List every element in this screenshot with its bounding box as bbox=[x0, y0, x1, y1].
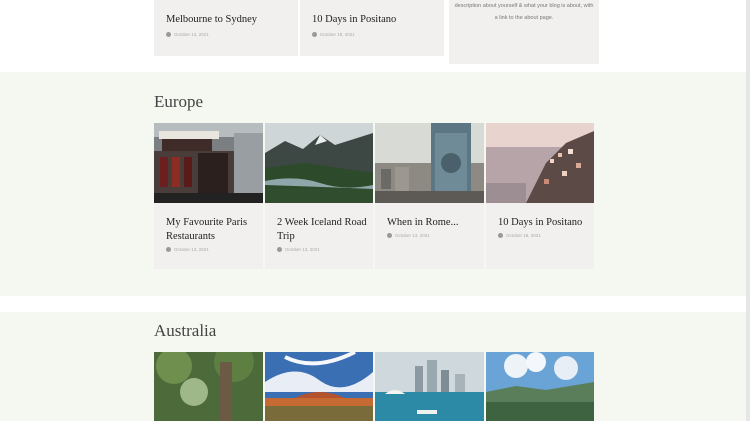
post-date: October 13, 2021 bbox=[166, 32, 209, 37]
post-card-melbourne[interactable]: Melbourne to Sydney October 13, 2021 bbox=[154, 0, 298, 56]
post-date: October 13, 2021 bbox=[277, 247, 320, 252]
post-title[interactable]: 10 Days in Positano bbox=[312, 13, 396, 27]
sydney-harbour-image[interactable] bbox=[375, 352, 484, 421]
post-date: October 18, 2021 bbox=[312, 32, 355, 37]
post-card-positano[interactable]: 10 Days in Positano October 18, 2021 bbox=[486, 123, 594, 269]
about-widget: description about yourself & what your b… bbox=[449, 0, 599, 64]
post-card-positano-top[interactable]: 10 Days in Positano October 18, 2021 bbox=[300, 0, 444, 56]
post-date: October 13, 2021 bbox=[387, 233, 430, 238]
uluru-desert-image[interactable] bbox=[265, 352, 373, 421]
rainforest-tree-image[interactable] bbox=[154, 352, 263, 421]
post-date: October 18, 2021 bbox=[498, 233, 541, 238]
post-title[interactable]: Melbourne to Sydney bbox=[166, 13, 257, 27]
post-card-iceland[interactable]: 2 Week Iceland Road Trip October 13, 202… bbox=[265, 123, 373, 269]
section-title-australia: Australia bbox=[154, 321, 217, 340]
paris-cafe-image[interactable] bbox=[154, 123, 263, 203]
rome-monument-image[interactable] bbox=[375, 123, 484, 203]
clock-icon bbox=[166, 32, 171, 37]
about-text: description about yourself & what your b… bbox=[454, 3, 594, 21]
clock-icon bbox=[312, 32, 317, 37]
clock-icon bbox=[498, 233, 503, 238]
post-title[interactable]: 2 Week Iceland Road Trip bbox=[277, 216, 367, 244]
post-card-uluru[interactable] bbox=[265, 352, 373, 421]
clock-icon bbox=[387, 233, 392, 238]
clock-icon bbox=[277, 247, 282, 252]
post-card-sydney[interactable] bbox=[375, 352, 484, 421]
post-title[interactable]: When in Rome... bbox=[387, 216, 477, 230]
section-divider bbox=[0, 296, 750, 312]
positano-coast-image[interactable] bbox=[486, 123, 594, 203]
post-title[interactable]: My Favourite Paris Restaurants bbox=[166, 216, 256, 244]
post-date: October 13, 2021 bbox=[166, 247, 209, 252]
clock-icon bbox=[166, 247, 171, 252]
scrollbar[interactable] bbox=[746, 0, 750, 421]
blue-mountains-image[interactable] bbox=[486, 352, 594, 421]
iceland-fjord-image[interactable] bbox=[265, 123, 373, 203]
post-card-rome[interactable]: When in Rome... October 13, 2021 bbox=[375, 123, 484, 269]
post-title[interactable]: 10 Days in Positano bbox=[498, 216, 588, 230]
post-card-blue-mountains[interactable] bbox=[486, 352, 594, 421]
section-title-europe: Europe bbox=[154, 92, 204, 111]
post-card-paris[interactable]: My Favourite Paris Restaurants October 1… bbox=[154, 123, 263, 269]
post-card-rainforest[interactable] bbox=[154, 352, 263, 421]
